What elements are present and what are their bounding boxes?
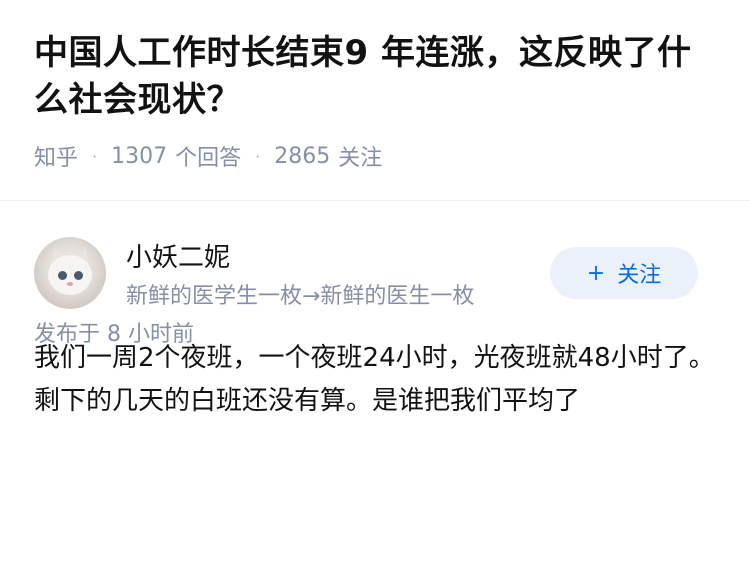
- follow-button[interactable]: + 关注: [550, 247, 698, 299]
- answer-card: 小妖二妮 新鲜的医学生一枚→新鲜的医生一枚 + 关注 我们一周2个夜班，一个夜班…: [0, 201, 750, 586]
- plus-icon: +: [586, 260, 606, 286]
- author-row: 小妖二妮 新鲜的医学生一枚→新鲜的医生一枚 + 关注: [34, 201, 716, 311]
- answers-label[interactable]: 个回答: [175, 140, 241, 172]
- author-bio: 新鲜的医学生一枚→新鲜的医生一枚: [126, 284, 475, 309]
- followers-count: 2865: [274, 143, 331, 169]
- question-title[interactable]: 中国人工作时长结束9 年连涨，这反映了什么社会现状？: [34, 30, 716, 124]
- followers-label[interactable]: 关注: [338, 140, 382, 172]
- source-label[interactable]: 知乎: [34, 140, 78, 172]
- follow-button-label: 关注: [617, 263, 662, 288]
- meta-separator: ·: [255, 146, 261, 166]
- answer-timestamp: 发布于 8 小时前: [34, 322, 194, 347]
- cat-eye-right: [74, 271, 83, 280]
- cat-eye-left: [58, 271, 67, 280]
- avatar[interactable]: [34, 237, 106, 309]
- question-header: 中国人工作时长结束9 年连涨，这反映了什么社会现状？ 知乎 · 1307 个回答…: [0, 0, 750, 200]
- cat-nose: [67, 282, 73, 286]
- cat-face: [48, 255, 92, 295]
- question-meta: 知乎 · 1307 个回答 · 2865 关注: [34, 140, 716, 172]
- meta-separator: ·: [92, 146, 98, 166]
- answers-count: 1307: [111, 143, 168, 169]
- author-name[interactable]: 小妖二妮: [126, 237, 230, 274]
- answer-content[interactable]: 我们一周2个夜班，一个夜班24小时，光夜班就48小时了。剩下的几天的白班还没有算…: [34, 337, 718, 423]
